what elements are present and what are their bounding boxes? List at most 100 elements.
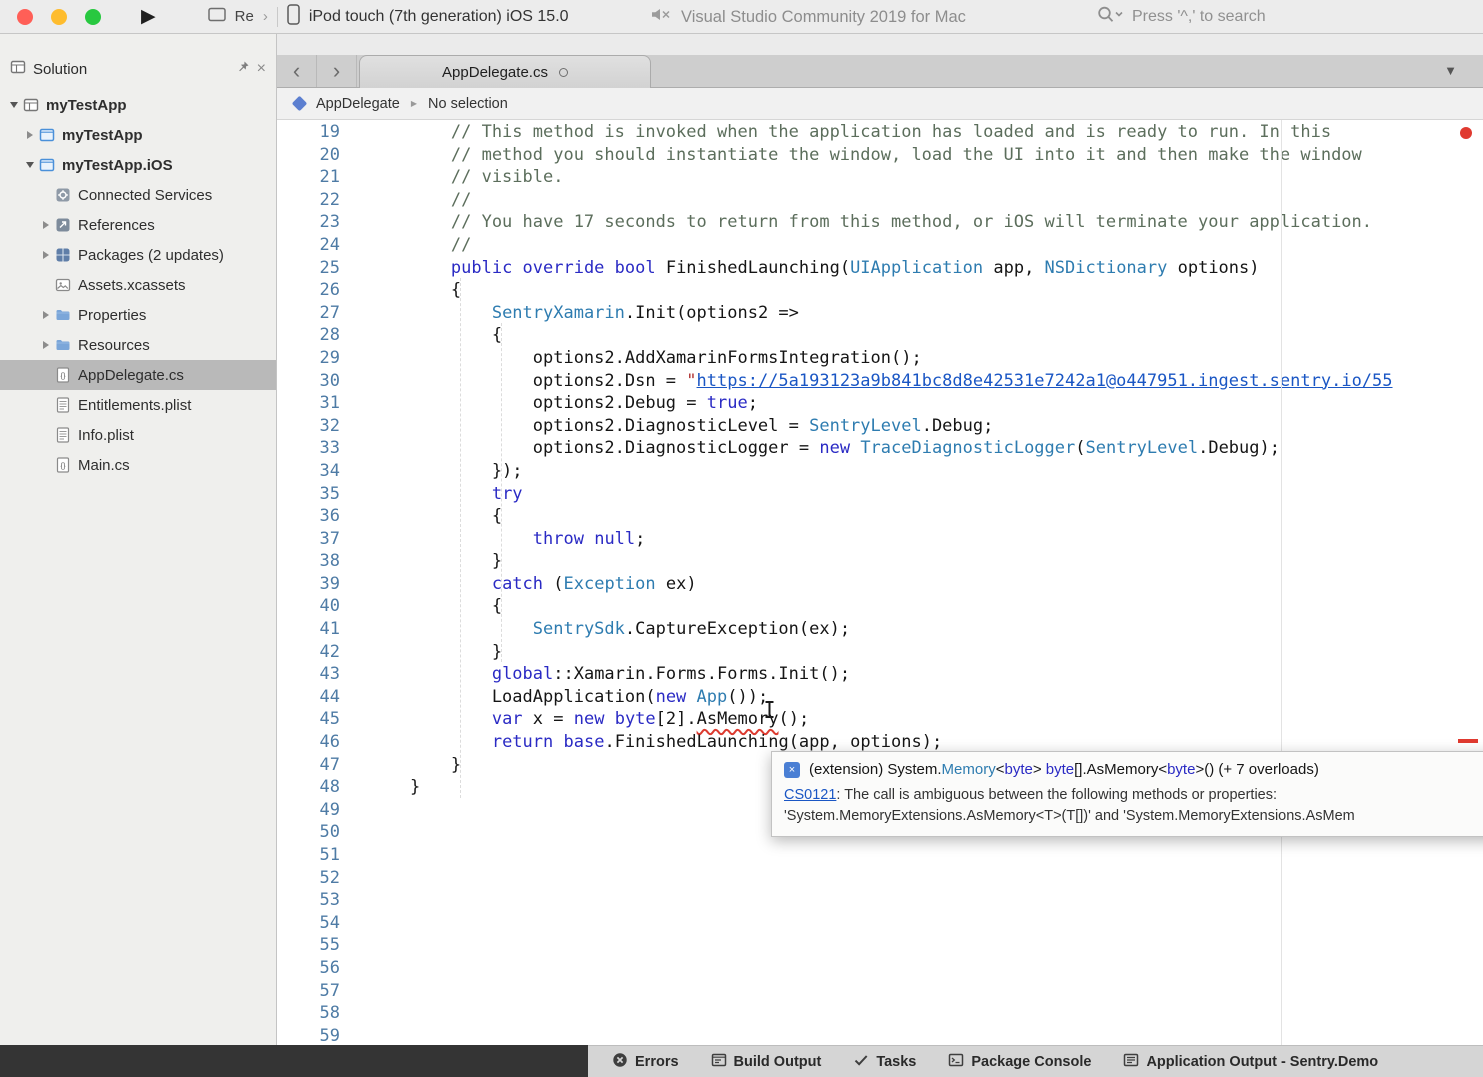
line-number[interactable]: 57 [277,980,352,1003]
code-text[interactable]: options2.Debug = true; [352,392,758,415]
line-number[interactable]: 31 [277,392,352,415]
tree-item-entitlements-plist[interactable]: Entitlements.plist [0,390,276,420]
line-number[interactable]: 52 [277,867,352,890]
line-number[interactable]: 25 [277,257,352,280]
code-text[interactable] [352,934,369,957]
line-number[interactable]: 50 [277,821,352,844]
line-number[interactable]: 41 [277,618,352,641]
line-number[interactable]: 55 [277,934,352,957]
tab-modified-icon[interactable] [559,68,568,77]
tree-item-connected-services[interactable]: Connected Services [0,180,276,210]
tab-appdelegate[interactable]: AppDelegate.cs [359,55,651,88]
close-pad-button[interactable]: × [257,61,266,77]
tab-list-dropdown-icon[interactable]: ▼ [1444,63,1457,78]
code-text[interactable] [352,867,369,890]
disclosure-right-icon[interactable] [38,311,54,319]
nav-back-button[interactable]: ‹ [277,55,317,87]
line-number[interactable]: 42 [277,641,352,664]
line-number[interactable]: 38 [277,550,352,573]
line-number[interactable]: 27 [277,302,352,325]
code-text[interactable]: } [352,776,420,799]
code-text[interactable]: // method you should instantiate the win… [352,144,1362,167]
code-text[interactable]: } [352,550,502,573]
tree-item-main-cs[interactable]: {}Main.cs [0,450,276,480]
line-number[interactable]: 54 [277,912,352,935]
code-text[interactable] [352,889,369,912]
tree-item-assets-xcassets[interactable]: Assets.xcassets [0,270,276,300]
line-number[interactable]: 48 [277,776,352,799]
code-text[interactable]: try [352,483,523,506]
code-text[interactable]: throw null; [352,528,645,551]
code-text[interactable]: options2.AddXamarinFormsIntegration(); [352,347,922,370]
line-number[interactable]: 43 [277,663,352,686]
tree-item-mytestapp[interactable]: myTestApp [0,90,276,120]
line-number[interactable]: 34 [277,460,352,483]
code-text[interactable] [352,912,369,935]
code-text[interactable] [352,1025,369,1045]
target-selector[interactable]: Re › iPod touch (7th generation) iOS 15.… [208,4,569,30]
line-number[interactable]: 30 [277,370,352,393]
tree-item-mytestapp[interactable]: myTestApp [0,120,276,150]
code-text[interactable]: // [352,234,471,257]
search-control[interactable]: Press '^,' to search [1096,0,1266,34]
code-text[interactable]: SentryXamarin.Init(options2 => [352,302,799,325]
code-editor[interactable]: 19 // This method is invoked when the ap… [277,120,1483,1045]
line-number[interactable]: 39 [277,573,352,596]
line-number[interactable]: 58 [277,1002,352,1025]
line-number[interactable]: 28 [277,324,352,347]
code-text[interactable]: // [352,189,471,212]
code-text[interactable]: options2.DiagnosticLogger = new TraceDia… [352,437,1280,460]
line-number[interactable]: 21 [277,166,352,189]
code-text[interactable] [352,799,369,822]
status-item-errors[interactable]: Errors [612,1052,679,1072]
line-number[interactable]: 44 [277,686,352,709]
status-item-package-console[interactable]: Package Console [948,1052,1091,1072]
code-text[interactable]: // This method is invoked when the appli… [352,121,1331,144]
disclosure-right-icon[interactable] [38,251,54,259]
line-number[interactable]: 35 [277,483,352,506]
line-number[interactable]: 33 [277,437,352,460]
code-text[interactable]: } [352,754,461,777]
code-text[interactable]: { [352,505,502,528]
code-text[interactable] [352,957,369,980]
tree-item-resources[interactable]: Resources [0,330,276,360]
code-text[interactable]: { [352,595,502,618]
tree-item-mytestapp-ios[interactable]: myTestApp.iOS [0,150,276,180]
tree-item-packages[interactable]: Packages (2 updates) [0,240,276,270]
code-text[interactable]: // You have 17 seconds to return from th… [352,211,1372,234]
status-item-application-output-sentry-demo[interactable]: Application Output - Sentry.Demo [1123,1052,1378,1072]
line-number[interactable]: 36 [277,505,352,528]
code-text[interactable]: var x = new byte[2].AsMemory(); [352,708,809,731]
code-text[interactable]: global::Xamarin.Forms.Forms.Init(); [352,663,850,686]
code-text[interactable]: } [352,641,502,664]
line-number[interactable]: 23 [277,211,352,234]
line-number[interactable]: 24 [277,234,352,257]
line-number[interactable]: 40 [277,595,352,618]
code-text[interactable]: { [352,279,461,302]
line-number[interactable]: 37 [277,528,352,551]
breadcrumb-selection[interactable]: No selection [428,96,508,112]
code-text[interactable]: catch (Exception ex) [352,573,697,596]
line-number[interactable]: 47 [277,754,352,777]
disclosure-down-icon[interactable] [6,102,22,108]
breadcrumb-scope[interactable]: AppDelegate [316,96,400,112]
line-number[interactable]: 19 [277,121,352,144]
status-item-tasks[interactable]: Tasks [853,1052,916,1072]
disclosure-down-icon[interactable] [22,162,38,168]
tree-item-references[interactable]: References [0,210,276,240]
line-number[interactable]: 32 [277,415,352,438]
zoom-window-button[interactable] [85,9,101,25]
line-number[interactable]: 29 [277,347,352,370]
code-text[interactable]: { [352,324,502,347]
code-text[interactable]: LoadApplication(new App()); [352,686,768,709]
code-text[interactable] [352,844,369,867]
minimize-window-button[interactable] [51,9,67,25]
error-code-link[interactable]: CS0121 [784,787,836,803]
line-number[interactable]: 26 [277,279,352,302]
code-text[interactable]: }); [352,460,523,483]
disclosure-right-icon[interactable] [38,341,54,349]
code-text[interactable]: options2.DiagnosticLevel = SentryLevel.D… [352,415,993,438]
tree-item-appdelegate-cs[interactable]: {}AppDelegate.cs [0,360,276,390]
tree-item-info-plist[interactable]: Info.plist [0,420,276,450]
line-number[interactable]: 22 [277,189,352,212]
